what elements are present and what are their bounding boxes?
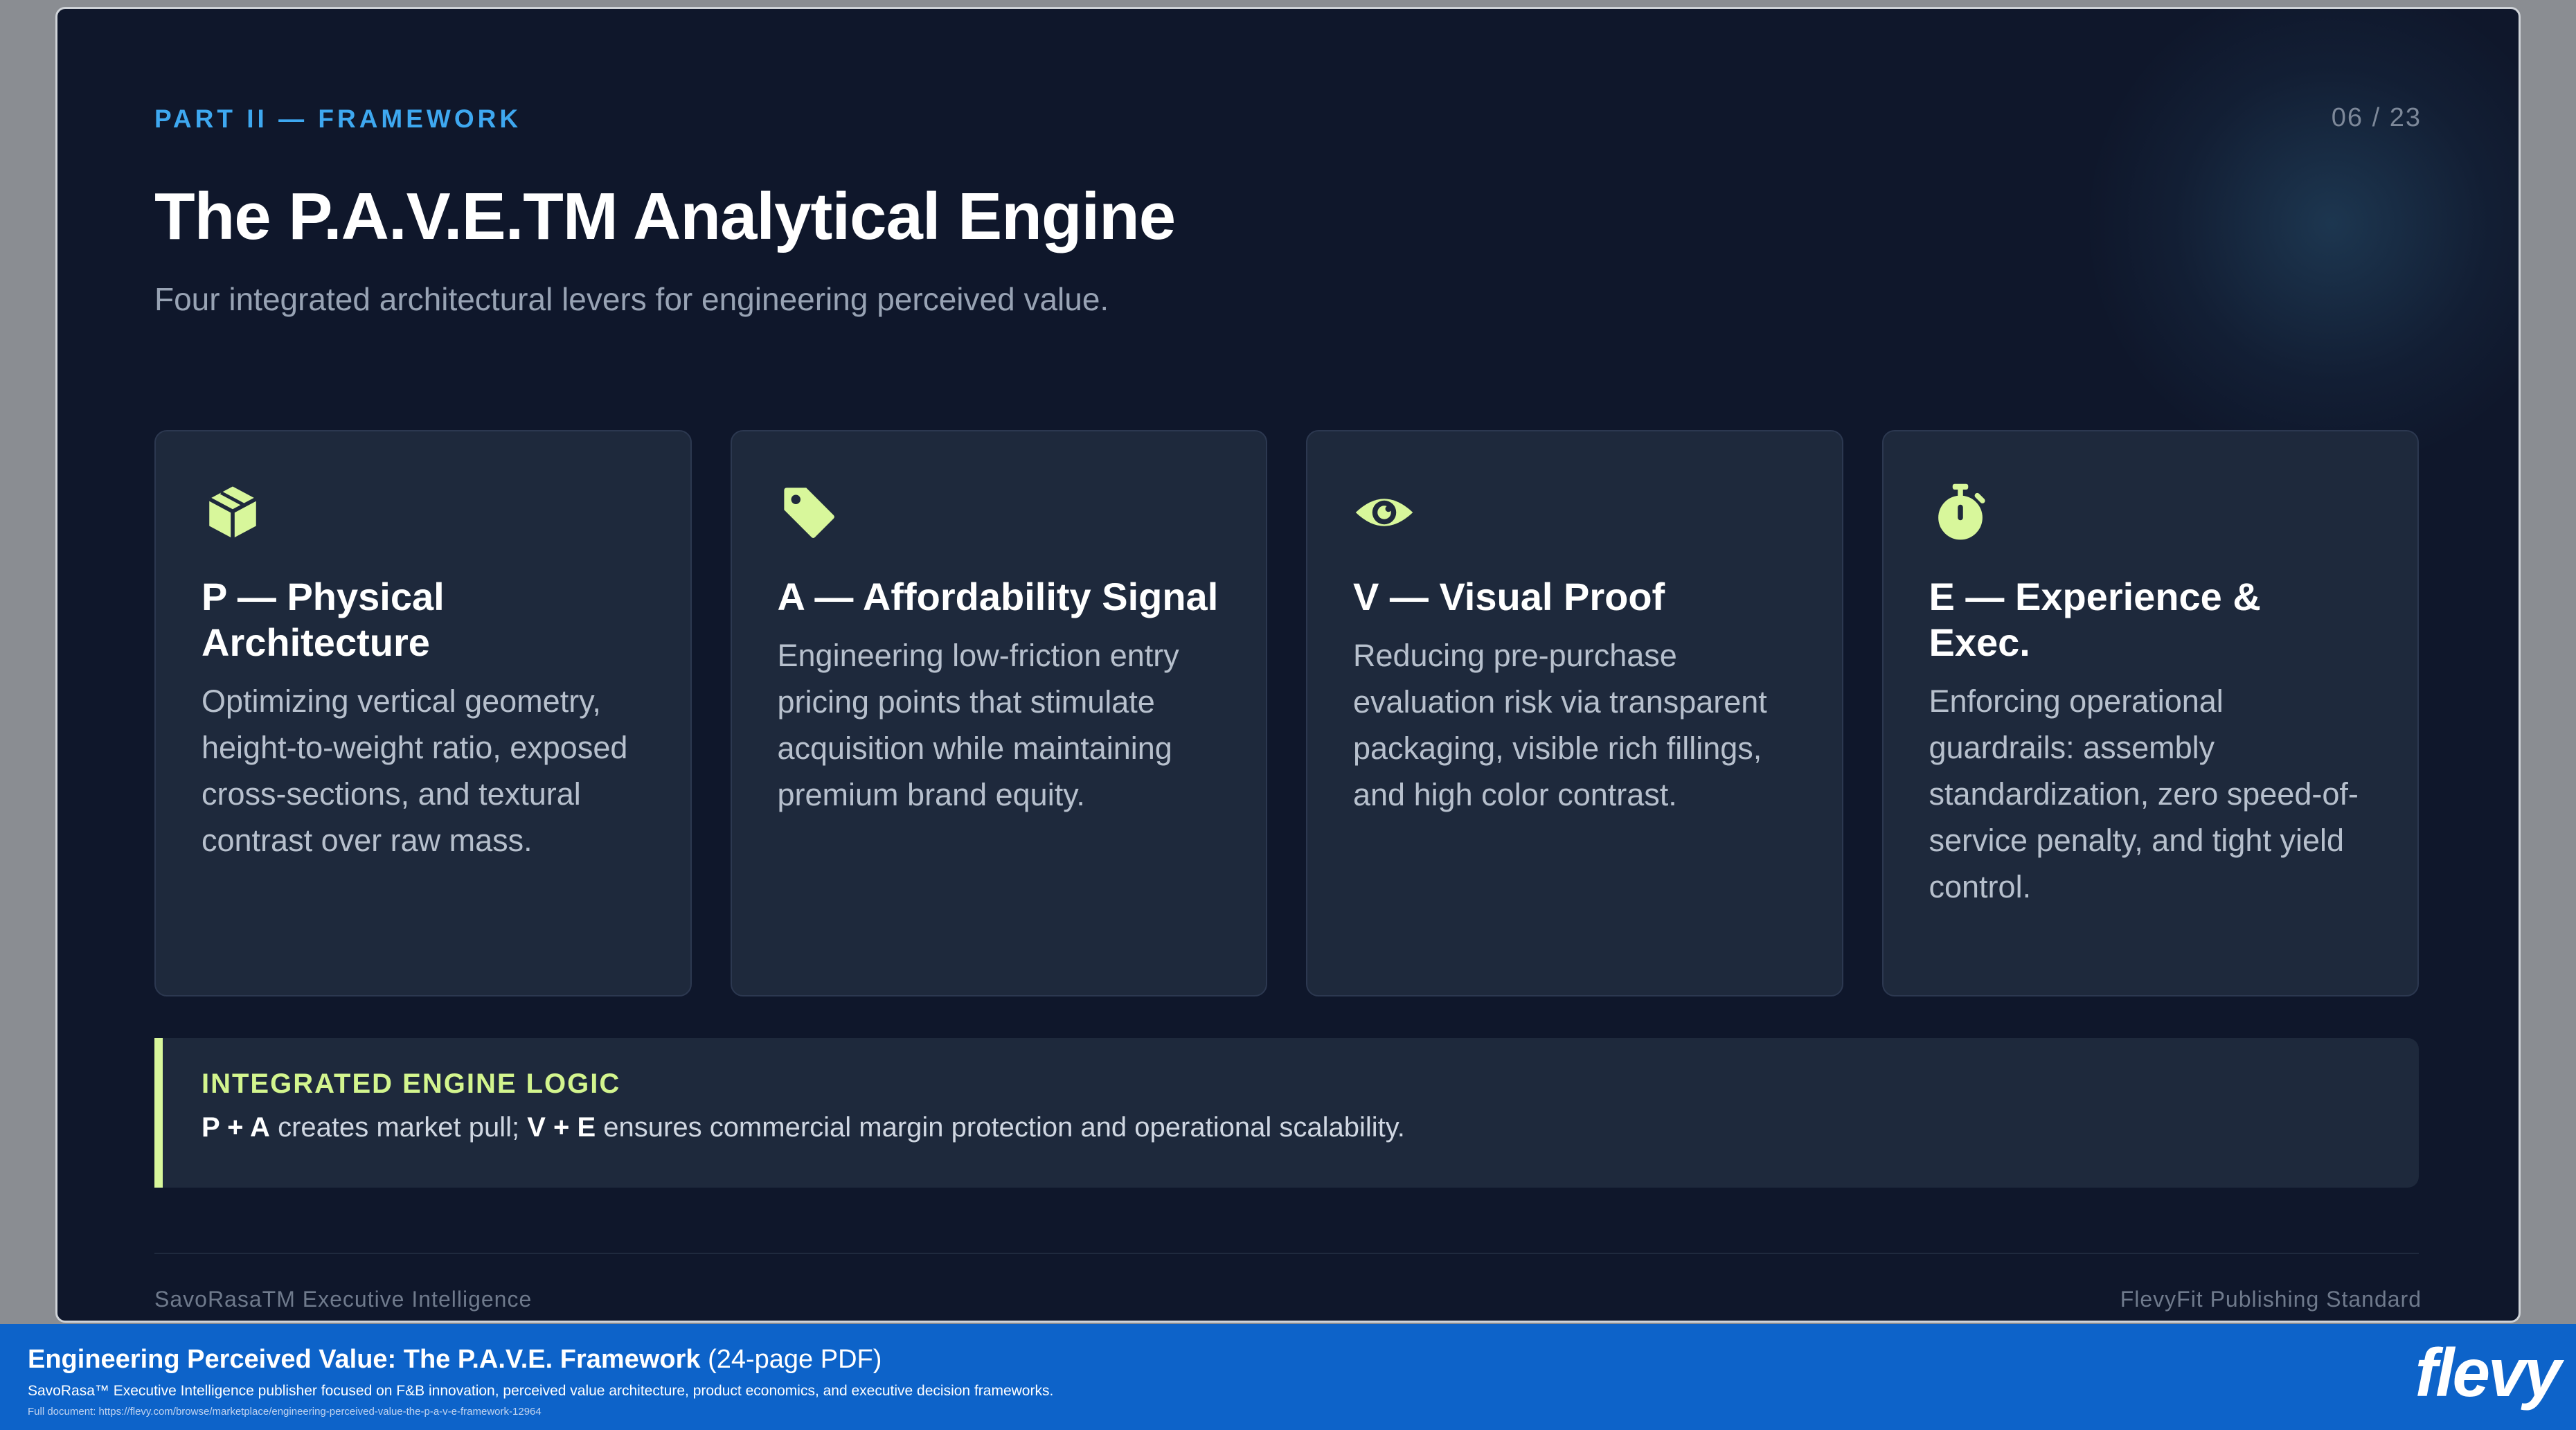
slide-title: The P.A.V.E.TM Analytical Engine <box>154 179 1176 253</box>
banner-title-main: Engineering Perceived Value: The P.A.V.E… <box>28 1345 701 1374</box>
callout-bold-pa: P + A <box>202 1112 270 1143</box>
callout-text: P + A creates market pull; V + E ensures… <box>202 1112 2419 1143</box>
document-banner: Engineering Perceived Value: The P.A.V.E… <box>0 1324 2576 1430</box>
banner-title[interactable]: Engineering Perceived Value: The P.A.V.E… <box>28 1345 882 1375</box>
callout-text-1: creates market pull; <box>269 1112 528 1143</box>
card-title: E — Experience & Exec. <box>1929 575 2261 664</box>
footer-standard: FlevyFit Publishing Standard <box>2120 1287 2422 1312</box>
cube-icon <box>208 486 258 539</box>
card-description: Reducing pre-purchase evaluation risk vi… <box>1353 638 1767 812</box>
flevy-logo[interactable]: flevy <box>2415 1334 2561 1412</box>
banner-description: SavoRasa™ Executive Intelligence publish… <box>28 1383 1054 1399</box>
decorative-glow <box>2089 9 2519 466</box>
engine-logic-callout: INTEGRATED ENGINE LOGIC P + A creates ma… <box>154 1038 2419 1188</box>
card-description: Engineering low-friction entry pricing p… <box>777 638 1179 812</box>
card-description: Optimizing vertical geometry, height-to-… <box>202 683 628 858</box>
card-description: Enforcing operational guardrails: assemb… <box>1929 683 2359 904</box>
card-affordability: A — Affordability Signal Engineering low… <box>730 430 1267 996</box>
banner-document-link[interactable]: Full document: https://flevy.com/browse/… <box>28 1406 542 1418</box>
footer-divider <box>154 1253 2419 1254</box>
callout-title: INTEGRATED ENGINE LOGIC <box>202 1069 621 1099</box>
page-number: 06 / 23 <box>2331 103 2422 132</box>
lever-cards: P — Physical Architecture Optimizing ver… <box>154 430 2419 996</box>
callout-bold-ve: V + E <box>527 1112 596 1143</box>
card-title: P — Physical Architecture <box>202 575 445 664</box>
card-physical: P — Physical Architecture Optimizing ver… <box>154 430 692 996</box>
card-title: A — Affordability Signal <box>777 575 1219 618</box>
slide-subtitle: Four integrated architectural levers for… <box>154 281 1109 317</box>
callout-text-2: ensures commercial margin protection and… <box>596 1112 1405 1143</box>
card-experience: E — Experience & Exec. Enforcing operati… <box>1881 430 2419 996</box>
section-kicker: PART II — FRAMEWORK <box>154 105 522 133</box>
tag-icon <box>783 488 834 538</box>
stopwatch-icon <box>1938 483 1985 540</box>
banner-title-suffix: (24-page PDF) <box>700 1345 882 1374</box>
card-title: V — Visual Proof <box>1353 575 1665 618</box>
slide: PART II — FRAMEWORK 06 / 23 The P.A.V.E.… <box>55 7 2521 1323</box>
card-visual: V — Visual Proof Reducing pre-purchase e… <box>1306 430 1843 996</box>
footer-publisher: SavoRasaTM Executive Intelligence <box>154 1287 533 1312</box>
eye-icon <box>1355 499 1413 526</box>
